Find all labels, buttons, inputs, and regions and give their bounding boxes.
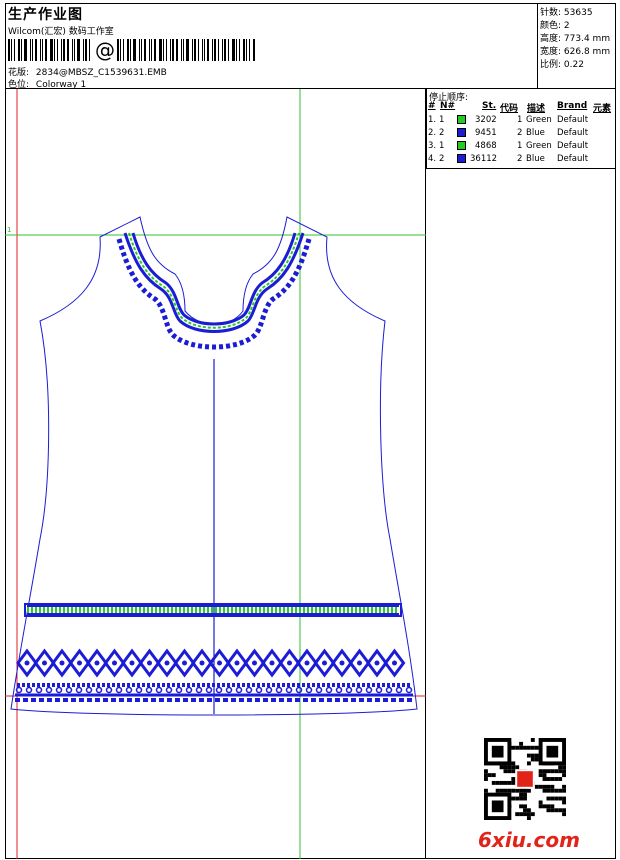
stat-width: 宽度: 626.8 mm <box>540 47 611 57</box>
stat-height: 高度: 773.4 mm <box>540 34 611 44</box>
page-title: 生产作业图 <box>8 7 83 23</box>
svg-text:1: 1 <box>7 226 11 234</box>
col-desc: 描述 <box>527 104 546 114</box>
watermark-logo[interactable]: 6xiu.com <box>478 828 580 852</box>
stat-scale: 比例: 0.22 <box>540 60 584 70</box>
col-seq: # <box>428 101 436 111</box>
garment-drawing: 1 <box>5 89 426 859</box>
col-brand: Brand <box>557 101 588 111</box>
table-row: 3. 1 4868 1 Green Default <box>428 141 589 151</box>
col-stitches: St. <box>482 101 497 111</box>
design-canvas[interactable]: 1 <box>5 89 426 859</box>
waist-band-embroidery <box>24 603 402 617</box>
barcode: @ <box>8 39 276 61</box>
table-row: 4. 2 36112 2 Blue Default <box>428 154 589 164</box>
stop-sequence-panel: 停止顺序: # N# St. 代码 描述 Brand 元素 1. 1 3202 … <box>426 89 616 169</box>
qr-code-icon[interactable] <box>484 738 566 820</box>
stat-stitches: 针数: 53635 <box>540 8 593 18</box>
stat-colors: 颜色: 2 <box>540 21 570 31</box>
col-code: 代码 <box>500 104 519 114</box>
col-needle: N# <box>440 101 456 111</box>
neckline-embroidery <box>116 232 312 350</box>
color-swatch <box>457 128 466 137</box>
footer-area: 6xiu.com <box>426 169 616 859</box>
col-element: 元素 <box>593 104 612 114</box>
table-row: 1. 1 3202 1 Green Default <box>428 115 589 125</box>
table-row: 2. 2 9451 2 Blue Default <box>428 128 589 138</box>
color-swatch <box>457 141 466 150</box>
company-name: Wilcom(汇宏) 数码工作室 <box>8 27 114 37</box>
color-swatch <box>457 154 466 163</box>
header-panel: 生产作业图 Wilcom(汇宏) 数码工作室 @ 花版: 2834@MBSZ_C… <box>5 3 538 90</box>
stats-panel: 针数: 53635 颜色: 2 高度: 773.4 mm 宽度: 626.8 m… <box>538 3 616 89</box>
color-swatch <box>457 115 466 124</box>
